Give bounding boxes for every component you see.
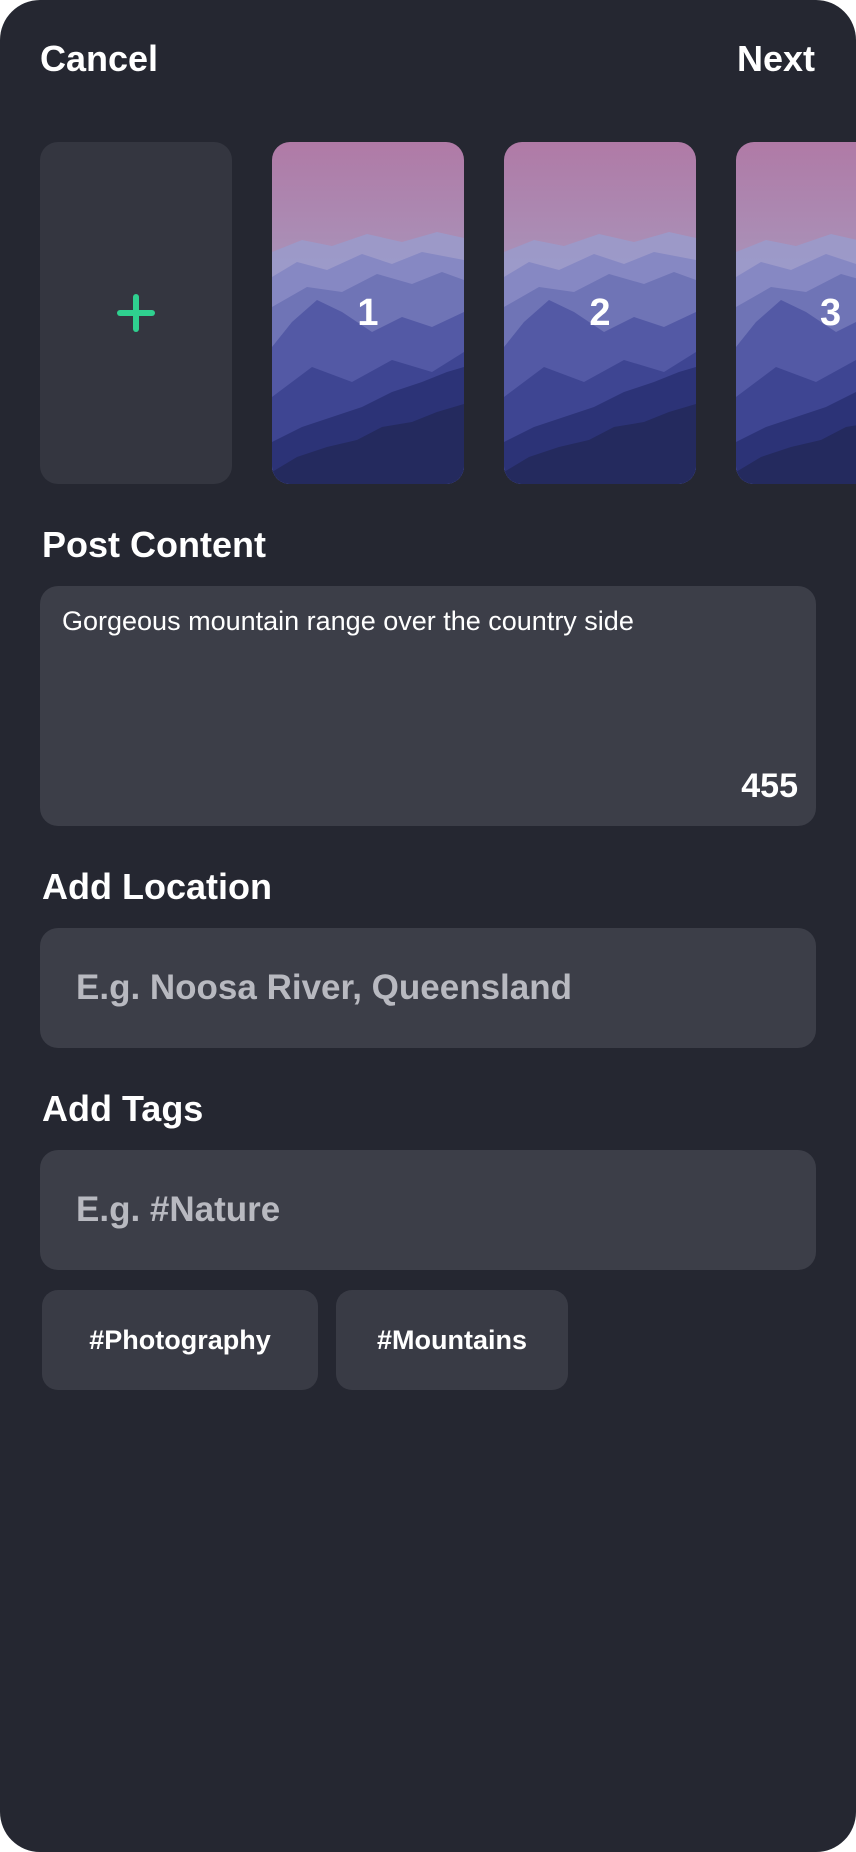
post-content-text: Gorgeous mountain range over the country… <box>62 606 634 636</box>
media-thumbnail-1[interactable]: 1 <box>272 142 464 484</box>
next-button[interactable]: Next <box>737 38 815 80</box>
tags-input[interactable] <box>40 1150 816 1270</box>
tags-field <box>40 1150 816 1270</box>
add-tags-label: Add Tags <box>42 1088 204 1129</box>
add-media-button[interactable] <box>40 142 232 484</box>
character-counter: 455 <box>741 767 798 805</box>
thumbnail-number: 2 <box>589 292 611 334</box>
thumbnail-number: 1 <box>357 292 379 334</box>
cancel-button[interactable]: Cancel <box>40 38 158 80</box>
create-post-screen: Cancel Next 1 2 3 Post Content Gorgeous … <box>0 0 856 1852</box>
tag-chip-mountains[interactable]: #Mountains <box>336 1290 568 1390</box>
thumbnail-number: 3 <box>820 292 842 334</box>
location-input[interactable] <box>40 928 816 1048</box>
post-content-field[interactable]: Gorgeous mountain range over the country… <box>40 586 816 826</box>
media-thumbnail-2[interactable]: 2 <box>504 142 696 484</box>
tag-chip-photography[interactable]: #Photography <box>42 1290 318 1390</box>
post-content-label: Post Content <box>42 524 266 565</box>
plus-icon <box>117 294 155 332</box>
media-thumbnail-3[interactable]: 3 <box>736 142 856 484</box>
add-location-label: Add Location <box>42 866 272 907</box>
location-field <box>40 928 816 1048</box>
